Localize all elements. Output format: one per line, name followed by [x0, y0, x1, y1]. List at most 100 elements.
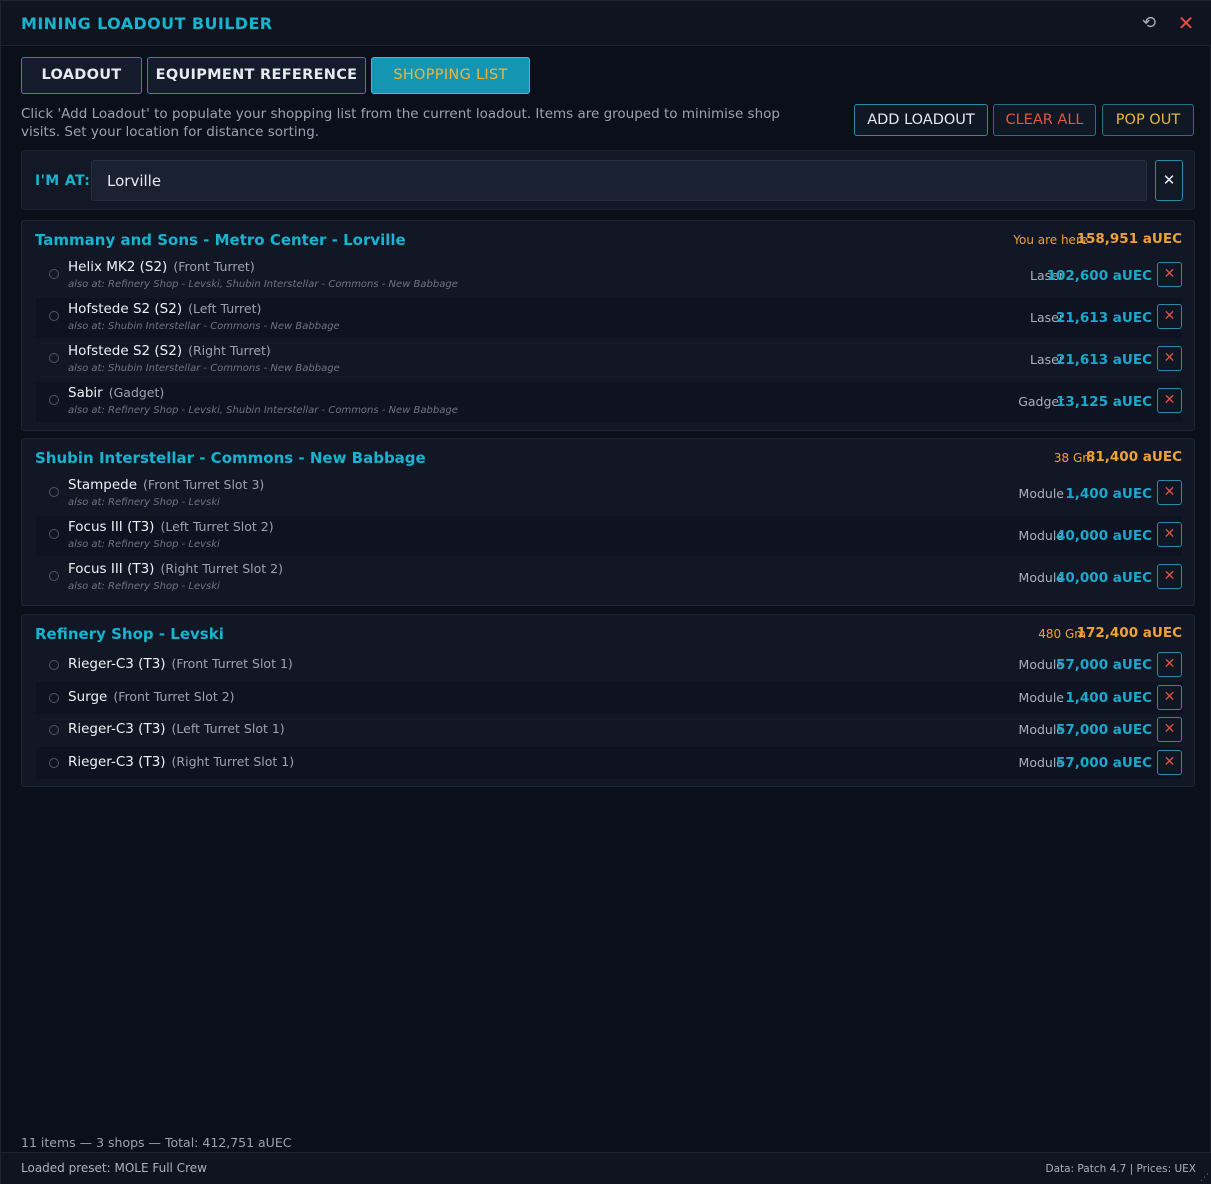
close-icon: ✕ — [1163, 484, 1176, 500]
close-icon: ✕ — [1163, 350, 1176, 366]
item-checkbox[interactable] — [49, 311, 59, 321]
close-icon: ✕ — [1162, 171, 1176, 189]
app-title: MINING LOADOUT BUILDER — [21, 14, 273, 33]
remove-item-button[interactable]: ✕ — [1157, 262, 1182, 287]
item-name: Hofstede S2 (S2) (Left Turret) — [68, 301, 261, 317]
item-name: Hofstede S2 (S2) (Right Turret) — [68, 343, 271, 359]
close-icon[interactable]: ✕ — [1174, 11, 1198, 35]
refresh-icon[interactable]: ⟲ — [1137, 11, 1161, 35]
item-price: 1,400 aUEC — [1065, 690, 1152, 706]
pop-out-button[interactable]: POP OUT — [1102, 104, 1194, 136]
item-name-text: Hofstede S2 (S2) — [68, 343, 183, 359]
remove-item-button[interactable]: ✕ — [1157, 685, 1182, 710]
item-name-text: Focus III (T3) — [68, 519, 155, 535]
item-price: 57,000 aUEC — [1056, 755, 1152, 771]
item-name: Focus III (T3) (Left Turret Slot 2) — [68, 519, 274, 535]
remove-item-button[interactable]: ✕ — [1157, 750, 1182, 775]
item-slot: (Right Turret) — [188, 343, 271, 358]
remove-item-button[interactable]: ✕ — [1157, 652, 1182, 677]
item-slot: (Front Turret Slot 1) — [171, 656, 293, 671]
clear-location-button[interactable]: ✕ — [1155, 160, 1183, 201]
item-price: 1,400 aUEC — [1065, 486, 1152, 502]
list-item: Focus III (T3) (Left Turret Slot 2) also … — [36, 516, 1182, 556]
item-checkbox[interactable] — [49, 758, 59, 768]
item-checkbox[interactable] — [49, 353, 59, 363]
close-icon: ✕ — [1163, 526, 1176, 542]
item-checkbox[interactable] — [49, 487, 59, 497]
tab-shopping-list[interactable]: SHOPPING LIST — [371, 57, 530, 94]
item-name-text: Hofstede S2 (S2) — [68, 301, 183, 317]
item-slot: (Front Turret) — [173, 259, 255, 274]
shop-title: Tammany and Sons - Metro Center - Lorvil… — [35, 231, 406, 249]
close-icon: ✕ — [1163, 656, 1176, 672]
close-icon: ✕ — [1163, 266, 1176, 282]
remove-item-button[interactable]: ✕ — [1157, 304, 1182, 329]
item-slot: (Left Turret Slot 1) — [171, 721, 285, 736]
item-slot: (Right Turret Slot 2) — [160, 561, 283, 576]
list-item: Hofstede S2 (S2) (Right Turret) also at: … — [36, 340, 1182, 380]
item-slot: (Front Turret Slot 3) — [143, 477, 265, 492]
data-source-label: Data: Patch 4.7 | Prices: UEX — [1045, 1163, 1196, 1175]
resize-grip-icon[interactable]: ⋰ — [1200, 1173, 1210, 1183]
shop-total: 172,400 aUEC — [1076, 625, 1182, 641]
item-name: Focus III (T3) (Right Turret Slot 2) — [68, 561, 283, 577]
also-at-text: also at: Refinery Shop - Levski, Shubin … — [68, 279, 458, 290]
remove-item-button[interactable]: ✕ — [1157, 388, 1182, 413]
remove-item-button[interactable]: ✕ — [1157, 564, 1182, 589]
list-item: Surge (Front Turret Slot 2) Module 1,400 … — [36, 682, 1182, 714]
remove-item-button[interactable]: ✕ — [1157, 522, 1182, 547]
item-name-text: Sabir — [68, 385, 103, 401]
remove-item-button[interactable]: ✕ — [1157, 480, 1182, 505]
item-name: Stampede (Front Turret Slot 3) — [68, 477, 264, 493]
shop-total: 158,951 aUEC — [1076, 231, 1182, 247]
shop-title: Refinery Shop - Levski — [35, 625, 224, 643]
summary-text: 11 items — 3 shops — Total: 412,751 aUEC — [21, 1135, 292, 1150]
item-checkbox[interactable] — [49, 660, 59, 670]
item-price: 21,613 aUEC — [1056, 352, 1152, 368]
list-item: Rieger-C3 (T3) (Left Turret Slot 1) Modul… — [36, 714, 1182, 746]
item-name: Rieger-C3 (T3) (Left Turret Slot 1) — [68, 721, 285, 737]
item-checkbox[interactable] — [49, 395, 59, 405]
item-name: Sabir (Gadget) — [68, 385, 164, 401]
item-checkbox[interactable] — [49, 693, 59, 703]
list-item: Focus III (T3) (Right Turret Slot 2) also… — [36, 558, 1182, 598]
also-at-text: also at: Refinery Shop - Levski — [68, 539, 220, 550]
shop-total: 81,400 aUEC — [1086, 449, 1182, 465]
item-name-text: Helix MK2 (S2) — [68, 259, 168, 275]
also-at-text: also at: Shubin Interstellar - Commons -… — [68, 321, 340, 332]
also-at-text: also at: Refinery Shop - Levski, Shubin … — [68, 405, 458, 416]
item-name-text: Focus III (T3) — [68, 561, 155, 577]
item-name: Rieger-C3 (T3) (Right Turret Slot 1) — [68, 754, 294, 770]
add-loadout-button[interactable]: ADD LOADOUT — [854, 104, 988, 136]
clear-all-button[interactable]: CLEAR ALL — [993, 104, 1096, 136]
close-icon: ✕ — [1163, 568, 1176, 584]
item-type: Module — [1018, 690, 1064, 705]
item-price: 21,613 aUEC — [1056, 310, 1152, 326]
item-name: Rieger-C3 (T3) (Front Turret Slot 1) — [68, 656, 293, 672]
list-item: Rieger-C3 (T3) (Right Turret Slot 1) Modu… — [36, 747, 1182, 779]
remove-item-button[interactable]: ✕ — [1157, 717, 1182, 742]
remove-item-button[interactable]: ✕ — [1157, 346, 1182, 371]
tab-loadout[interactable]: LOADOUT — [21, 57, 142, 94]
tab-equipment-reference[interactable]: EQUIPMENT REFERENCE — [147, 57, 366, 94]
item-name-text: Surge — [68, 689, 108, 705]
also-at-text: also at: Refinery Shop - Levski — [68, 581, 220, 592]
item-name: Surge (Front Turret Slot 2) — [68, 689, 235, 705]
item-slot: (Right Turret Slot 1) — [171, 754, 295, 769]
item-checkbox[interactable] — [49, 571, 59, 581]
item-price: 40,000 aUEC — [1056, 528, 1152, 544]
item-name-text: Rieger-C3 (T3) — [68, 721, 166, 737]
item-type: Module — [1018, 486, 1064, 501]
item-checkbox[interactable] — [49, 529, 59, 539]
list-item: Sabir (Gadget) also at: Refinery Shop - L… — [36, 382, 1182, 422]
item-name-text: Rieger-C3 (T3) — [68, 754, 166, 770]
item-price: 57,000 aUEC — [1056, 722, 1152, 738]
item-checkbox[interactable] — [49, 725, 59, 735]
item-slot: (Front Turret Slot 2) — [113, 689, 235, 704]
app-window: MINING LOADOUT BUILDER ⟲ ✕ LOADOUT EQUIP… — [0, 0, 1211, 1184]
item-price: 57,000 aUEC — [1056, 657, 1152, 673]
location-input[interactable] — [91, 160, 1147, 201]
item-checkbox[interactable] — [49, 269, 59, 279]
close-icon: ✕ — [1163, 689, 1176, 705]
preset-label: Loaded preset: MOLE Full Crew — [21, 1161, 207, 1175]
